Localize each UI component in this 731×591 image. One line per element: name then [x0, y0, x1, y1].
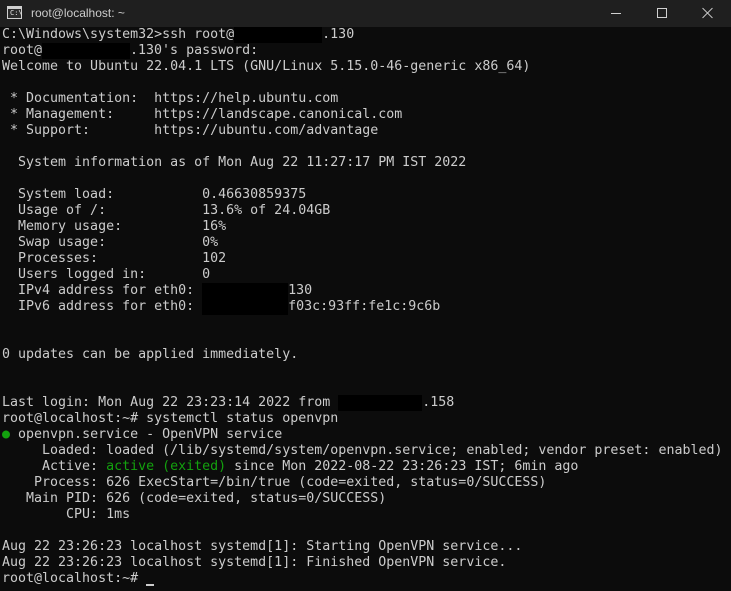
redacted-block [42, 43, 131, 59]
title-bar[interactable]: C:\ root@localhost: ~ [0, 0, 731, 27]
text-cursor [146, 584, 155, 586]
cpu-line: CPU: 1ms [2, 507, 131, 522]
minimize-button[interactable] [593, 0, 639, 27]
support-line: * Support: https://ubuntu.com/advantage [2, 123, 379, 138]
ssh-command: C:\Windows\system32>ssh root@ [2, 27, 235, 42]
window-controls [593, 0, 731, 27]
status-dot-icon: ● [2, 427, 11, 442]
redacted-block [202, 283, 289, 299]
ipv4-label: IPv4 address for eth0: [2, 283, 203, 298]
ipv6-suffix: f03c:93ff:fe1c:9c6b [288, 299, 441, 314]
redacted-block [234, 27, 323, 43]
window-title: root@localhost: ~ [31, 6, 125, 20]
ipv4-suffix: 130 [288, 283, 313, 298]
maximize-button[interactable] [639, 0, 685, 27]
maximize-icon [657, 8, 667, 18]
last-login-suffix: .158 [422, 395, 455, 410]
shell-prompt: root@localhost:~# [2, 571, 147, 586]
redacted-block [202, 299, 289, 315]
memory-usage-line: Memory usage: 16% [2, 219, 227, 234]
ipv4-line: IPv4 address for eth0: 130 [2, 283, 731, 299]
updates-line: 0 updates can be applied immediately. [2, 347, 299, 362]
active-status: active (exited) [106, 459, 227, 474]
ipv6-label: IPv6 address for eth0: [2, 299, 203, 314]
users-logged-in-line: Users logged in: 0 [2, 267, 211, 282]
redacted-block [338, 395, 423, 411]
active-line: Active: active (exited) since Mon 2022-0… [2, 459, 731, 475]
disk-usage-line: Usage of /: 13.6% of 24.04GB [2, 203, 331, 218]
log-line: Aug 22 23:26:23 localhost systemd[1]: Fi… [2, 555, 507, 570]
swap-usage-line: Swap usage: 0% [2, 235, 219, 250]
service-name-line: ● openvpn.service - OpenVPN service [2, 427, 731, 443]
last-login-text: Last login: Mon Aug 22 23:23:14 2022 fro… [2, 395, 339, 410]
close-button[interactable] [685, 0, 731, 27]
system-info-header: System information as of Mon Aug 22 11:2… [2, 155, 467, 170]
documentation-line: * Documentation: https://help.ubuntu.com [2, 91, 339, 106]
last-login-line: Last login: Mon Aug 22 23:23:14 2022 fro… [2, 395, 731, 411]
active-since: since Mon 2022-08-22 23:26:23 IST; 6min … [226, 459, 579, 474]
prompt-line[interactable]: root@localhost:~# [2, 571, 731, 587]
management-line: * Management: https://landscape.canonica… [2, 107, 403, 122]
log-line: Aug 22 23:26:23 localhost systemd[1]: St… [2, 539, 523, 554]
systemctl-command-line: root@localhost:~# systemctl status openv… [2, 411, 339, 426]
minimize-icon [611, 13, 621, 14]
welcome-line: Welcome to Ubuntu 22.04.1 LTS (GNU/Linux… [2, 59, 531, 74]
active-label: Active: [2, 459, 107, 474]
process-line: Process: 626 ExecStart=/bin/true (code=e… [2, 475, 547, 490]
close-icon [702, 7, 714, 19]
password-prompt: .130's password: [130, 43, 259, 58]
processes-line: Processes: 102 [2, 251, 227, 266]
password-prompt-user: root@ [2, 43, 43, 58]
terminal-output[interactable]: C:\Windows\system32>ssh root@ .130 root@.… [2, 27, 731, 591]
terminal-line: root@ .130's password: [2, 43, 731, 59]
ipv6-line: IPv6 address for eth0: f03c:93ff:fe1c:9c… [2, 299, 731, 315]
loaded-line: Loaded: loaded (/lib/systemd/system/open… [2, 443, 723, 458]
ssh-host-suffix: .130 [322, 27, 355, 42]
cmd-icon[interactable]: C:\ [7, 6, 23, 19]
service-name: openvpn.service - OpenVPN service [10, 427, 283, 442]
main-pid-line: Main PID: 626 (code=exited, status=0/SUC… [2, 491, 387, 506]
terminal-line: C:\Windows\system32>ssh root@ .130 [2, 27, 731, 43]
terminal-window: C:\ root@localhost: ~ C:\Windows\system3… [0, 0, 731, 591]
cmd-icon-text: C:\ [10, 9, 23, 17]
system-load-line: System load: 0.46630859375 [2, 187, 307, 202]
